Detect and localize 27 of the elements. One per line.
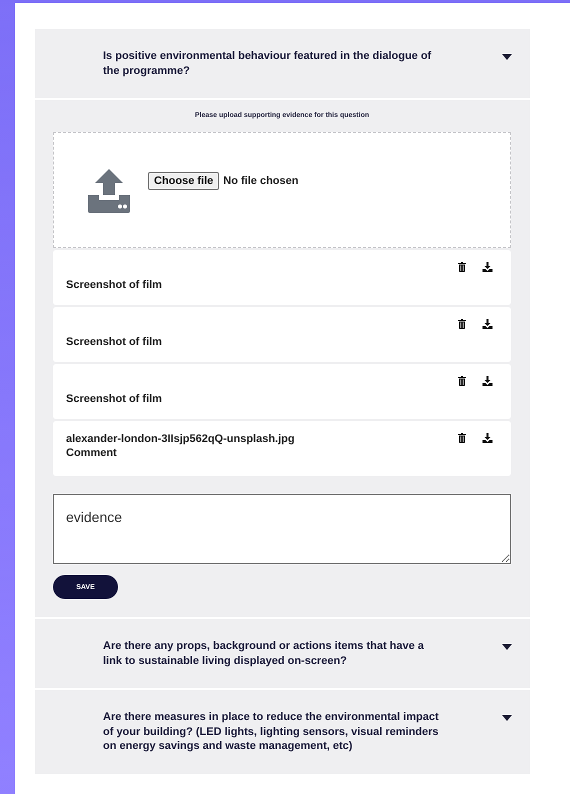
file-status: No file chosen xyxy=(223,175,298,187)
evidence-field[interactable]: evidence xyxy=(53,494,511,564)
question-header[interactable]: Is positive environmental behaviour featured in the dialogue of the programme? xyxy=(35,29,530,100)
question-header[interactable]: Are there measures in place to reduce the environmental impact of your building? (LED lights, lighting sensors, visual reminders on energy savings and waste management, etc) xyxy=(35,690,530,776)
file-name: Screenshot of film xyxy=(66,335,162,349)
file-name: Screenshot of film xyxy=(66,392,162,406)
question-header[interactable]: Are there any props, background or actions items that have a link to sustainable living displayed on-screen? xyxy=(35,619,530,690)
trash-icon[interactable] xyxy=(458,319,466,329)
question-text: Are there any props, background or actions items that have a link to sustainable living displayed on-screen? xyxy=(103,639,425,668)
upload-dropzone[interactable]: Choose file No file chosen xyxy=(53,132,511,248)
download-icon[interactable] xyxy=(482,376,493,386)
upload-icon xyxy=(88,169,130,213)
trash-icon[interactable] xyxy=(458,376,466,386)
caret-icon xyxy=(502,644,512,650)
download-icon[interactable] xyxy=(482,433,493,443)
question-text: Is positive environmental behaviour featured in the dialogue of the programme? xyxy=(103,49,432,78)
caret-icon xyxy=(502,54,512,60)
file-comment: Comment xyxy=(66,446,118,460)
trash-icon[interactable] xyxy=(458,433,466,443)
file-name: alexander-london-3IIsjp562qQ-unsplash.jpg xyxy=(66,432,295,446)
download-icon[interactable] xyxy=(482,262,493,272)
download-icon[interactable] xyxy=(482,319,493,329)
file-name: Screenshot of film xyxy=(66,278,162,292)
caret-icon xyxy=(502,715,512,721)
choose-file-button[interactable]: Choose file xyxy=(148,172,220,190)
trash-icon[interactable] xyxy=(458,262,466,272)
question-text: Are there measures in place to reduce the environmental impact of your building? (LED lights, lighting sensors, visual reminders on energy savings and waste management, etc) xyxy=(103,710,440,754)
